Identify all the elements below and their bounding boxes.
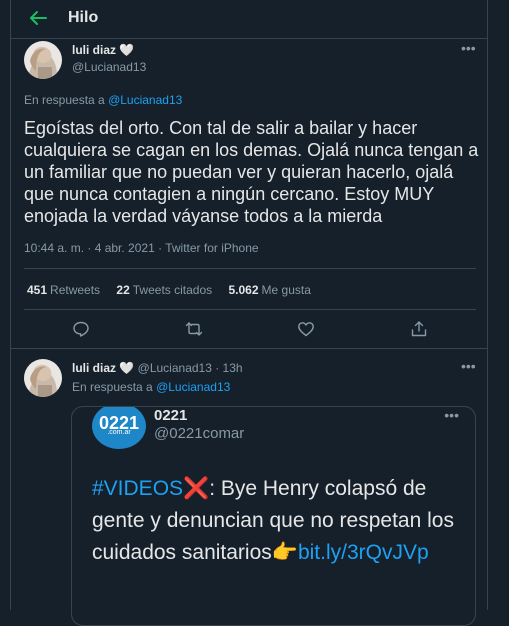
quoted-avatar: 0221 .com.ar: [92, 407, 146, 449]
quoted-tweet-card[interactable]: 0221 .com.ar 0221 @0221comar ••• #VIDEOS…: [71, 406, 476, 626]
more-icon[interactable]: •••: [461, 358, 476, 374]
retweets-stat[interactable]: 451 Retweets: [27, 283, 100, 297]
share-icon[interactable]: [410, 320, 428, 338]
hashtag-link[interactable]: #VIDEOS: [92, 477, 183, 500]
action-bar: [11, 320, 487, 342]
likes-stat[interactable]: 5.062 Me gusta: [228, 283, 310, 297]
quoted-tweet-text: #VIDEOS❌: Bye Henry colapsó de gente y d…: [92, 477, 454, 564]
avatar[interactable]: [24, 41, 62, 79]
cross-emoji: ❌: [183, 477, 210, 500]
reply-context: En respuesta a @Lucianad13: [72, 380, 231, 394]
back-arrow-icon[interactable]: [29, 10, 47, 26]
white-heart-emoji: 🤍: [119, 361, 135, 375]
divider: [11, 348, 487, 349]
reply-mention-link[interactable]: @Lucianad13: [108, 93, 182, 107]
quotes-stat[interactable]: 22 Tweets citados: [116, 283, 212, 297]
avatar-image: [24, 359, 62, 397]
avatar[interactable]: [24, 359, 62, 397]
like-icon[interactable]: [297, 320, 315, 338]
tweet-meta[interactable]: 10:44 a. m. · 4 abr. 2021 · Twitter for …: [24, 241, 259, 255]
thread-panel: Hilo luli diaz 🤍 @Lucianad13 ••• En resp…: [10, 0, 488, 626]
divider: [24, 309, 476, 310]
divider: [24, 268, 476, 269]
more-icon[interactable]: •••: [444, 407, 459, 423]
author-handle[interactable]: @Lucianad13: [72, 60, 146, 74]
reply-icon[interactable]: [72, 320, 90, 338]
reply-author[interactable]: luli diaz 🤍 @Lucianad13 · 13h: [72, 361, 243, 375]
quoted-link[interactable]: bit.ly/3rQvJVp: [298, 541, 429, 564]
quoted-author-name: 0221: [154, 407, 188, 424]
white-heart-emoji: 🤍: [119, 43, 135, 57]
author-name[interactable]: luli diaz 🤍: [72, 43, 134, 57]
avatar-image: [24, 41, 62, 79]
retweet-icon[interactable]: [185, 320, 203, 338]
more-icon[interactable]: •••: [461, 40, 476, 56]
pointing-emoji: 👉: [271, 541, 298, 564]
reply-mention-link[interactable]: @Lucianad13: [156, 380, 230, 394]
reply-handle-time[interactable]: @Lucianad13 · 13h: [138, 361, 243, 375]
top-bar: Hilo: [11, 0, 487, 39]
page-title: Hilo: [68, 9, 99, 26]
tweet-text: Egoístas del orto. Con tal de salir a ba…: [24, 118, 479, 226]
tweet-stats: 451 Retweets 22 Tweets citados 5.062 Me gus…: [27, 283, 324, 297]
reply-context: En respuesta a @Lucianad13: [24, 93, 183, 107]
quoted-author-handle: @0221comar: [154, 425, 245, 442]
